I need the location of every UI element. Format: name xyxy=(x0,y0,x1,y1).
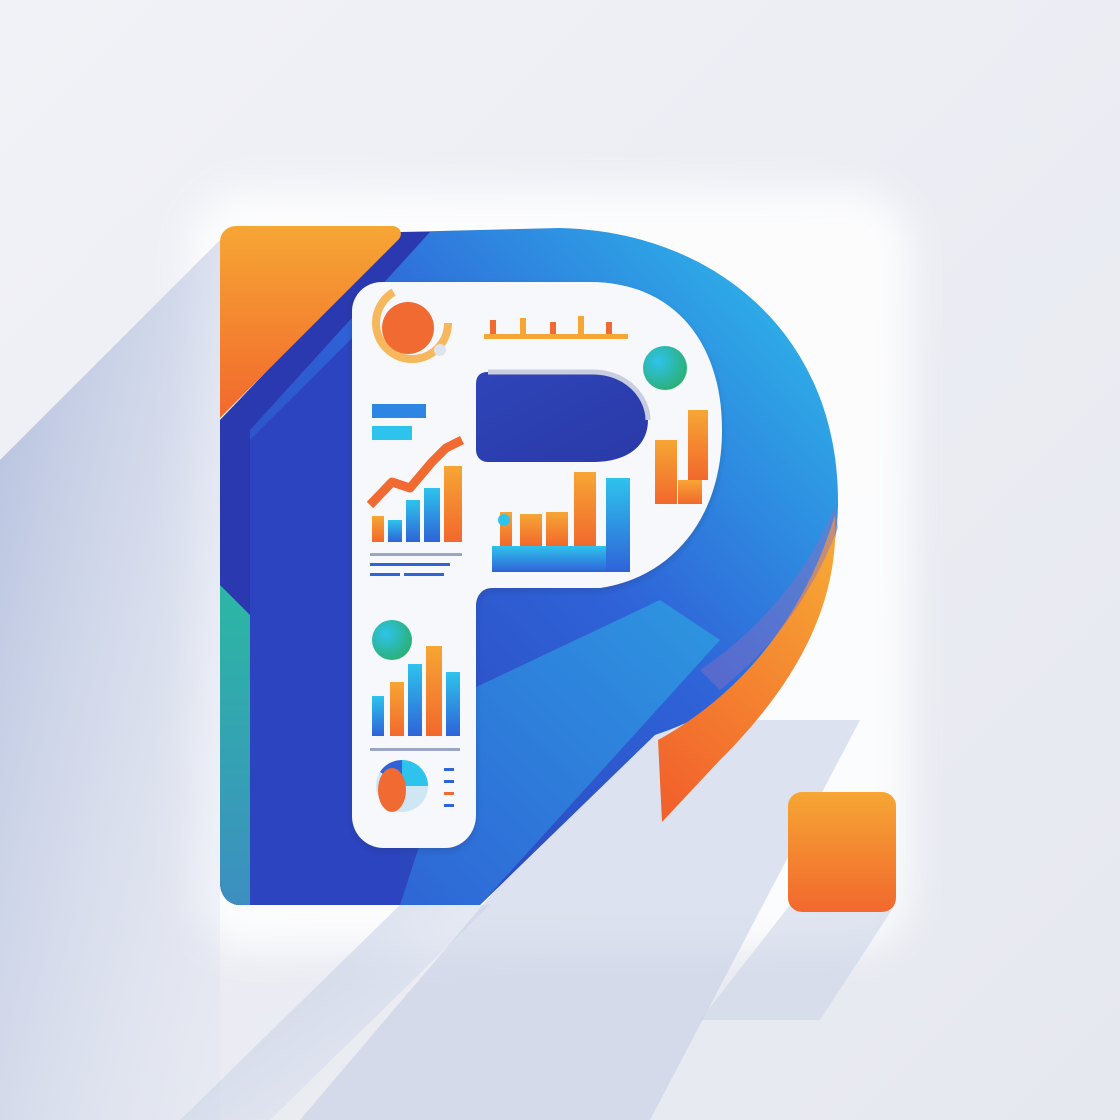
circle-dot-icon xyxy=(372,620,412,660)
logo-canvas xyxy=(0,0,1120,1120)
p-bowl-hole xyxy=(476,372,648,462)
circle-dot-icon xyxy=(643,346,687,390)
period-square xyxy=(788,792,896,912)
p-teal-edge xyxy=(220,585,250,905)
